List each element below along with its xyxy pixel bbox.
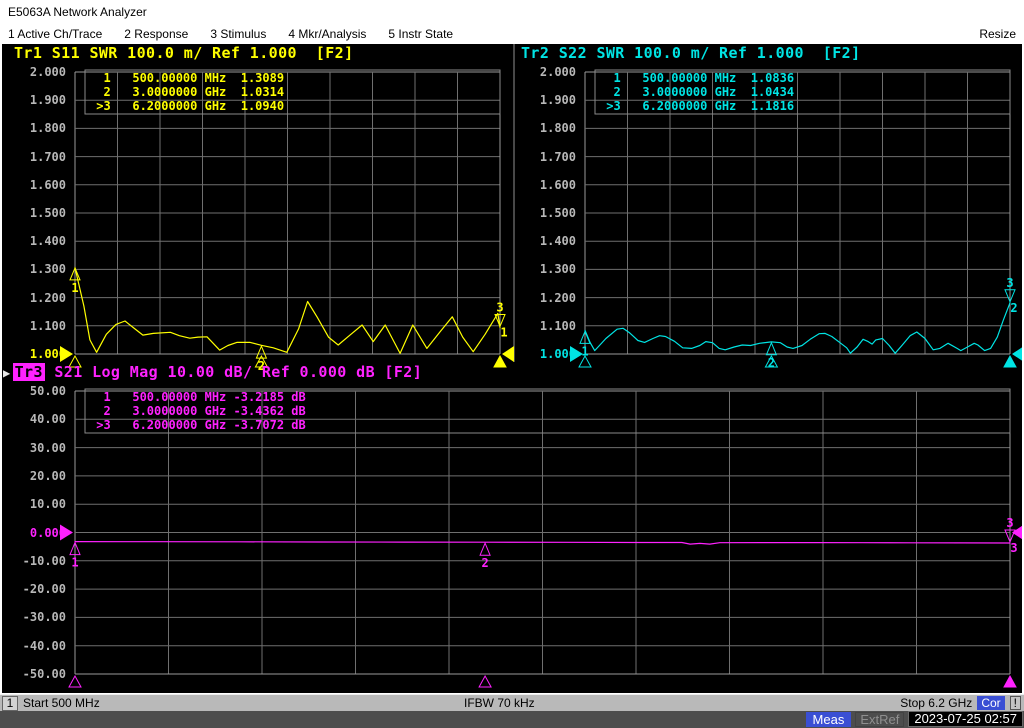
svg-text:2: 2 [768, 356, 775, 370]
tr3-y-axis-label: -40.00 [4, 639, 66, 653]
tr2-y-axis-label: 1.400 [514, 234, 576, 248]
tr2-y-axis-label: 1.300 [514, 262, 576, 276]
instrument-status-bar: Meas ExtRef 2023-07-25 02:57 [0, 711, 1024, 728]
tr1-y-axis-label: 1.700 [4, 150, 66, 164]
tr3-marker-3[interactable]: 33 [1004, 516, 1018, 687]
tr1-y-axis-label: 1.400 [4, 234, 66, 248]
tr1-y-axis-label: 1.300 [4, 262, 66, 276]
svg-text:1: 1 [71, 281, 78, 295]
window-title: E5063A Network Analyzer [8, 5, 147, 19]
menu-items: 1 Active Ch/Trace 2 Response 3 Stimulus 4 M… [8, 27, 453, 41]
tr1-y-axis-label: 1.800 [4, 121, 66, 135]
tr1-header-text: S11 SWR 100.0 m/ Ref 1.000 [F2] [42, 44, 353, 62]
svg-text:2: 2 [1010, 301, 1017, 315]
correction-badge: Cor [977, 696, 1004, 710]
status-bar: 1 Start 500 MHz IFBW 70 kHz Stop 6.2 GHz… [0, 694, 1024, 711]
sweep-start-label: Start 500 MHz [23, 696, 100, 710]
channel-indicator: 1 [2, 696, 18, 711]
sweep-stop-label: Stop 6.2 GHz [900, 696, 972, 710]
menu-item[interactable]: 5 Instr State [388, 27, 453, 41]
tr3-y-axis-label: -10.00 [4, 554, 66, 568]
tr2-ref-level-indicator-right [1012, 346, 1022, 362]
tr1-marker-readout-row: >3 6.2000000 GHz 1.0940 [89, 99, 284, 113]
tr3-y-axis-label: 0.000 [4, 526, 66, 540]
menu-item[interactable]: 1 Active Ch/Trace [8, 27, 102, 41]
tr1-label: Tr1 [14, 44, 42, 62]
datetime-display: 2023-07-25 02:57 [908, 711, 1023, 727]
tr2-y-axis-label: 1.600 [514, 178, 576, 192]
tr1-y-axis-label: 2.000 [4, 65, 66, 79]
tr2-y-axis-label: 1.900 [514, 93, 576, 107]
tr2-label: Tr2 [521, 44, 549, 62]
tr1-y-axis-label: 1.600 [4, 178, 66, 192]
menu-bar: 1 Active Ch/Trace 2 Response 3 Stimulus 4 M… [0, 24, 1024, 44]
svg-text:2: 2 [481, 556, 488, 570]
menu-item[interactable]: 3 Stimulus [210, 27, 266, 41]
svg-text:3: 3 [1006, 516, 1013, 530]
tr2-y-axis-label: 1.100 [514, 319, 576, 333]
tr2-y-axis-label: 1.700 [514, 150, 576, 164]
tr1-y-axis-label: 1.500 [4, 206, 66, 220]
tr3-y-axis-label: 50.00 [4, 384, 66, 398]
title-bar: E5063A Network Analyzer [0, 0, 1024, 24]
tr2-y-axis-label: 1.000 [514, 347, 576, 361]
tr3-y-axis-label: -30.00 [4, 610, 66, 624]
tr1-y-axis-label: 1.000 [4, 347, 66, 361]
extref-badge: ExtRef [855, 712, 904, 727]
tr1-y-axis-label: 1.900 [4, 93, 66, 107]
tr3-marker-readout-row: >3 6.2000000 GHz -3.7072 dB [89, 418, 306, 432]
tr3-y-axis-label: -20.00 [4, 582, 66, 596]
tr1-header[interactable]: Tr1 S11 SWR 100.0 m/ Ref 1.000 [F2] [14, 45, 354, 61]
tr2-header-text: S22 SWR 100.0 m/ Ref 1.000 [F2] [549, 44, 860, 62]
svg-text:3: 3 [1006, 276, 1013, 290]
tr2-marker-readout-row: 2 3.0000000 GHz 1.0434 [599, 85, 794, 99]
tr2-marker-readout-row: 1 500.00000 MHz 1.0836 [599, 71, 794, 85]
tr3-y-axis-label: 10.00 [4, 497, 66, 511]
tr2-y-axis-label: 1.500 [514, 206, 576, 220]
tr1-y-axis-label: 1.100 [4, 319, 66, 333]
tr3-marker-2[interactable]: 2 [479, 543, 491, 687]
menu-item[interactable]: 4 Mkr/Analysis [288, 27, 366, 41]
warning-badge: ! [1010, 696, 1021, 710]
tr2-y-axis-label: 2.000 [514, 65, 576, 79]
svg-text:3: 3 [496, 300, 503, 314]
tr3-marker-readout-row: 2 3.0000000 GHz -3.4362 dB [89, 404, 306, 418]
tr2-marker-readout-row: >3 6.2000000 GHz 1.1816 [599, 99, 794, 113]
svg-text:1: 1 [500, 325, 507, 339]
active-trace-arrow-icon: ▶ [3, 366, 11, 380]
tr3-y-axis-label: 20.00 [4, 469, 66, 483]
tr3-y-axis-label: 40.00 [4, 412, 66, 426]
menu-item[interactable]: 2 Response [124, 27, 188, 41]
tr3-marker-readout-row: 1 500.00000 MHz -3.2185 dB [89, 390, 306, 404]
tr1-ref-level-indicator-right [502, 346, 514, 362]
tr3-label: Tr3 [13, 363, 45, 381]
tr3-header[interactable]: ▶Tr3 S21 Log Mag 10.00 dB/ Ref 0.000 dB … [3, 364, 422, 381]
tr2-y-axis-label: 1.800 [514, 121, 576, 135]
tr2-header[interactable]: Tr2 S22 SWR 100.0 m/ Ref 1.000 [F2] [521, 45, 861, 61]
tr1-marker-readout-row: 2 3.0000000 GHz 1.0314 [89, 85, 284, 99]
analyzer-screen: 123112321233 2.0001.9001.8001.7001.6001.… [2, 44, 1022, 693]
tr1-marker-3[interactable]: 31 [494, 300, 508, 367]
resize-button[interactable]: Resize [979, 27, 1016, 41]
tr1-marker-readout-row: 1 500.00000 MHz 1.3089 [89, 71, 284, 85]
tr3-y-axis-label: -50.00 [4, 667, 66, 681]
tr1-y-axis-label: 1.200 [4, 291, 66, 305]
ifbw-label: IFBW 70 kHz [464, 696, 535, 710]
svg-text:3: 3 [1010, 541, 1017, 555]
svg-text:1: 1 [71, 556, 78, 570]
tr3-y-axis-label: 30.00 [4, 441, 66, 455]
tr3-header-text: S21 Log Mag 10.00 dB/ Ref 0.000 dB [F2] [45, 363, 422, 381]
tr2-marker-2[interactable]: 2 [765, 343, 777, 370]
meas-badge: Meas [806, 712, 852, 727]
tr2-y-axis-label: 1.200 [514, 291, 576, 305]
